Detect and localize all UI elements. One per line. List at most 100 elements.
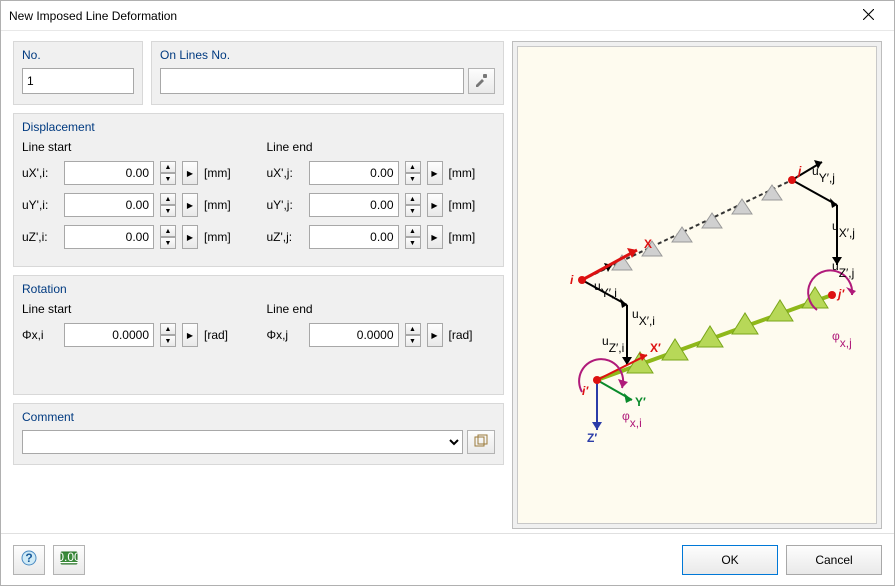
phixi-unit: [rad] [204, 328, 240, 342]
footer: ? 0.00 OK Cancel [1, 533, 894, 585]
uxj-input[interactable] [309, 161, 399, 185]
phixi-more-button[interactable]: ▶ [182, 323, 198, 347]
svg-text:uZ′,j: uZ′,j [832, 259, 854, 280]
uzi-input[interactable] [64, 225, 154, 249]
right-column: i j i′ j′ X X′ Y′ Z′ uY′,i uX′,i uZ′,i u… [512, 41, 882, 529]
svg-text:?: ? [25, 551, 32, 565]
uzi-label: uZ',i: [22, 230, 58, 244]
uzi-spin-down[interactable]: ▼ [160, 237, 176, 249]
phixj-unit: [rad] [449, 328, 485, 342]
uxi-spin-down[interactable]: ▼ [160, 173, 176, 185]
uzj-row: uZ',j: ▲▼ ▶ [mm] [267, 224, 496, 250]
library-icon [474, 434, 488, 451]
svg-text:uX′,i: uX′,i [632, 307, 655, 328]
phixj-spin-up[interactable]: ▲ [405, 323, 421, 335]
svg-text:i: i [570, 273, 574, 287]
phixi-row: Φx,i ▲▼ ▶ [rad] [22, 322, 251, 348]
svg-text:0.00: 0.00 [60, 551, 78, 564]
uzj-input[interactable] [309, 225, 399, 249]
dialog-title: New Imposed Line Deformation [9, 9, 848, 23]
comment-combo[interactable] [22, 430, 463, 454]
phixi-input[interactable] [64, 323, 154, 347]
svg-text:i′: i′ [582, 384, 589, 398]
uyj-input[interactable] [309, 193, 399, 217]
phixj-spin-down[interactable]: ▼ [405, 335, 421, 347]
uyi-unit: [mm] [204, 198, 240, 212]
rotation-line-end-label: Line end [267, 302, 496, 316]
svg-text:X′: X′ [650, 341, 661, 355]
cancel-button[interactable]: Cancel [786, 545, 882, 575]
svg-text:φx,i: φx,i [622, 409, 642, 430]
phixi-label: Φx,i [22, 328, 58, 342]
uyi-spin-up[interactable]: ▲ [160, 193, 176, 205]
rotation-end-col: Line end Φx,j ▲▼ ▶ [rad] [267, 302, 496, 354]
help-icon: ? [21, 550, 37, 569]
phixi-spin-down[interactable]: ▼ [160, 335, 176, 347]
line-start-label: Line start [22, 140, 251, 154]
group-on-lines: On Lines No. [151, 41, 504, 105]
pick-lines-button[interactable] [468, 68, 495, 94]
uxi-input[interactable] [64, 161, 154, 185]
group-displacement: Displacement Line start uX',i: ▲▼ ▶ [mm] [13, 113, 504, 267]
group-rotation: Rotation Line start Φx,i ▲▼ ▶ [rad] L [13, 275, 504, 395]
uxj-more-button[interactable]: ▶ [427, 161, 443, 185]
uzj-more-button[interactable]: ▶ [427, 225, 443, 249]
diagram-icon: i j i′ j′ X X′ Y′ Z′ uY′,i uX′,i uZ′,i u… [532, 120, 862, 450]
svg-text:uY′,i: uY′,i [594, 279, 617, 300]
units-icon: 0.00 [60, 551, 78, 568]
uyj-spin-up[interactable]: ▲ [405, 193, 421, 205]
svg-text:φx,j: φx,j [832, 329, 852, 350]
svg-text:X: X [644, 237, 652, 251]
uyj-row: uY',j: ▲▼ ▶ [mm] [267, 192, 496, 218]
displacement-end-col: Line end uX',j: ▲▼ ▶ [mm] uY',j: ▲▼ [267, 140, 496, 256]
units-button[interactable]: 0.00 [53, 545, 85, 575]
rotation-label: Rotation [22, 282, 495, 296]
uyi-label: uY',i: [22, 198, 58, 212]
uyj-more-button[interactable]: ▶ [427, 193, 443, 217]
uxj-spin-up[interactable]: ▲ [405, 161, 421, 173]
displacement-start-col: Line start uX',i: ▲▼ ▶ [mm] uY',i: [22, 140, 251, 256]
uxi-row: uX',i: ▲▼ ▶ [mm] [22, 160, 251, 186]
uxi-spin-up[interactable]: ▲ [160, 161, 176, 173]
preview-panel: i j i′ j′ X X′ Y′ Z′ uY′,i uX′,i uZ′,i u… [512, 41, 882, 529]
svg-text:Y′: Y′ [635, 395, 646, 409]
phixj-input[interactable] [309, 323, 399, 347]
group-no: No. [13, 41, 143, 105]
uzi-more-button[interactable]: ▶ [182, 225, 198, 249]
phixi-spin-up[interactable]: ▲ [160, 323, 176, 335]
uyi-spin-down[interactable]: ▼ [160, 205, 176, 217]
phixj-more-button[interactable]: ▶ [427, 323, 443, 347]
uyj-unit: [mm] [449, 198, 485, 212]
uzi-unit: [mm] [204, 230, 240, 244]
uyj-spin-down[interactable]: ▼ [405, 205, 421, 217]
ok-button[interactable]: OK [682, 545, 778, 575]
uyi-input[interactable] [64, 193, 154, 217]
uxi-more-button[interactable]: ▶ [182, 161, 198, 185]
eyedropper-icon [474, 73, 488, 90]
left-column: No. On Lines No. [13, 41, 504, 529]
on-lines-label: On Lines No. [160, 48, 495, 62]
svg-text:j′: j′ [836, 287, 845, 301]
no-input[interactable] [22, 68, 134, 94]
uzj-spin-up[interactable]: ▲ [405, 225, 421, 237]
rotation-start-col: Line start Φx,i ▲▼ ▶ [rad] [22, 302, 251, 354]
svg-text:uY′,j: uY′,j [812, 164, 835, 185]
uxj-unit: [mm] [449, 166, 485, 180]
on-lines-input[interactable] [160, 68, 464, 94]
no-label: No. [22, 48, 134, 62]
close-button[interactable] [848, 2, 888, 30]
help-button[interactable]: ? [13, 545, 45, 575]
preview-canvas: i j i′ j′ X X′ Y′ Z′ uY′,i uX′,i uZ′,i u… [517, 46, 877, 524]
uyi-row: uY',i: ▲▼ ▶ [mm] [22, 192, 251, 218]
titlebar: New Imposed Line Deformation [1, 1, 894, 31]
svg-text:uX′,j: uX′,j [832, 219, 855, 240]
uxj-spin-down[interactable]: ▼ [405, 173, 421, 185]
uyi-more-button[interactable]: ▶ [182, 193, 198, 217]
uzi-spin-up[interactable]: ▲ [160, 225, 176, 237]
comment-library-button[interactable] [467, 430, 495, 454]
uzj-spin-down[interactable]: ▼ [405, 237, 421, 249]
uxi-unit: [mm] [204, 166, 240, 180]
line-end-label: Line end [267, 140, 496, 154]
dialog: New Imposed Line Deformation No. On Line… [0, 0, 895, 586]
rotation-line-start-label: Line start [22, 302, 251, 316]
